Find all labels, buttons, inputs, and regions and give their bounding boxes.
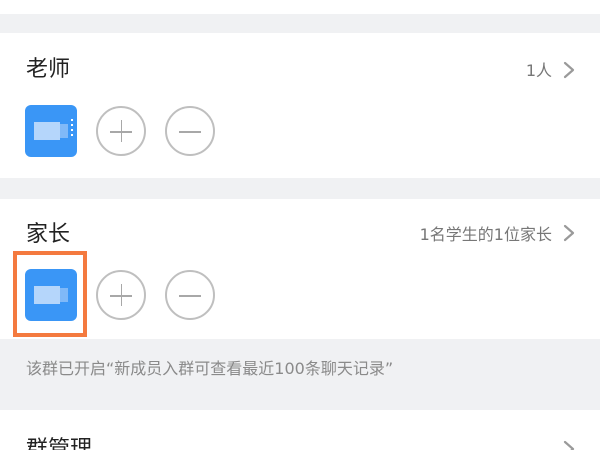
group-management-row[interactable]: 群管理 — [0, 410, 600, 450]
teacher-avatar[interactable] — [25, 105, 77, 157]
plus-icon-vertical — [120, 120, 122, 142]
add-parent-button[interactable] — [96, 270, 146, 320]
remove-teacher-button[interactable] — [165, 106, 215, 156]
remove-parent-button[interactable] — [165, 270, 215, 320]
teachers-title: 老师 — [26, 57, 71, 82]
group-settings-page: 老师 1人 家长 1名学生的1位家长 该群已开启“新成员入群可查看最近100条聊… — [0, 0, 600, 450]
history-notice: 该群已开启“新成员入群可查看最近100条聊天记录” — [26, 359, 394, 378]
parents-title: 家长 — [26, 222, 71, 247]
parents-count[interactable]: 1名学生的1位家长 — [420, 227, 552, 243]
avatar-pixelated-area — [34, 122, 60, 140]
previous-section-bottom — [0, 0, 600, 14]
chevron-right-icon[interactable] — [562, 61, 576, 79]
teachers-member-row — [25, 105, 215, 157]
group-management-title: 群管理 — [26, 437, 93, 450]
chevron-right-icon[interactable] — [562, 224, 576, 242]
add-teacher-button[interactable] — [96, 106, 146, 156]
minus-icon — [179, 295, 201, 297]
plus-icon-vertical — [120, 284, 122, 306]
minus-icon — [179, 131, 201, 133]
teachers-section: 老师 1人 — [0, 33, 600, 178]
parents-section: 家长 1名学生的1位家长 — [0, 199, 600, 339]
chevron-right-icon[interactable] — [562, 440, 576, 450]
avatar-decoration — [71, 119, 73, 139]
parent-avatar-highlight — [13, 251, 87, 337]
teachers-count[interactable]: 1人 — [526, 63, 552, 79]
avatar-pixelated-area — [60, 124, 68, 138]
